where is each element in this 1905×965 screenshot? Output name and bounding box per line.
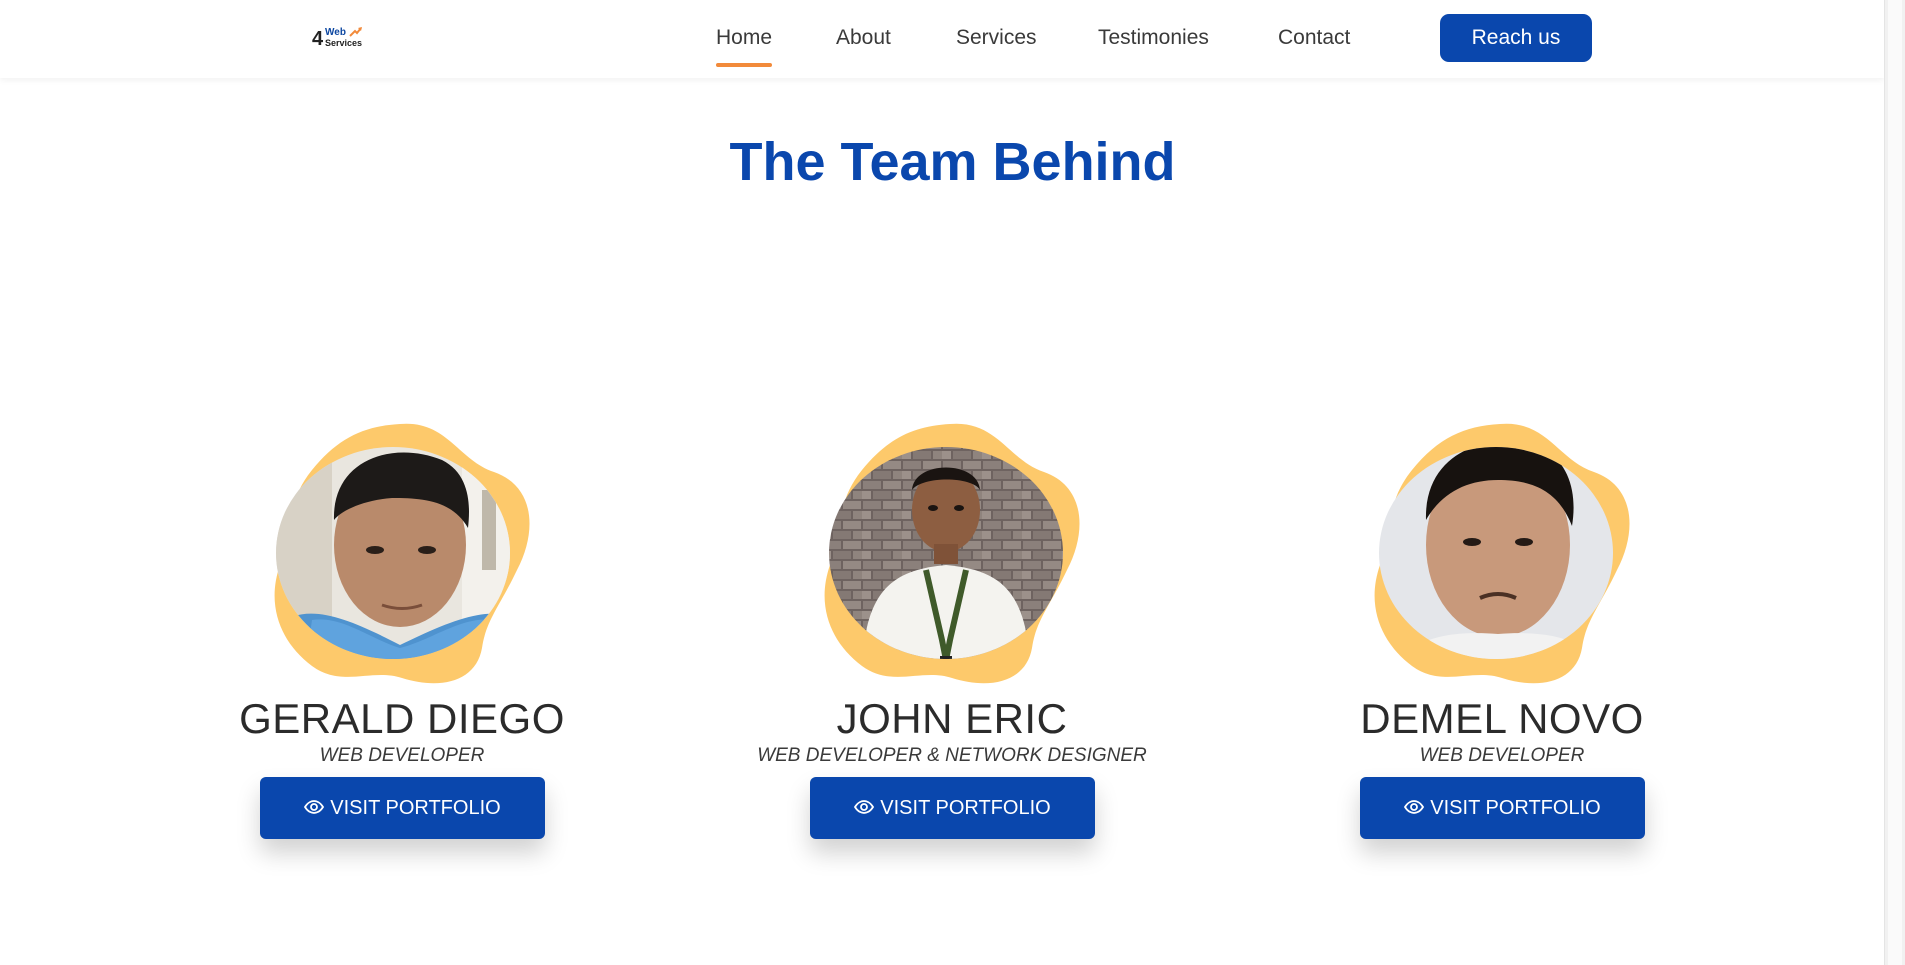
eye-icon [854, 800, 875, 815]
nav-home[interactable]: Home [716, 26, 773, 67]
member-role: WEB DEVELOPER & NETWORK DESIGNER [757, 745, 1147, 766]
avatar-photo [1374, 423, 1630, 684]
avatar [822, 420, 1092, 690]
visit-portfolio-label: VISIT PORTFOLIO [1430, 797, 1601, 819]
visit-portfolio-label: VISIT PORTFOLIO [880, 797, 1051, 819]
eye-icon [1404, 800, 1425, 815]
team-card: DEMEL NOVO WEB DEVELOPER VISIT PORTFOLIO [1302, 420, 1702, 890]
member-role: WEB DEVELOPER [319, 745, 485, 766]
reach-us-button[interactable]: Reach us [1440, 14, 1592, 62]
member-name: JOHN ERIC [836, 695, 1068, 742]
team-card: GERALD DIEGO WEB DEVELOPER VISIT PORTFOL… [202, 420, 602, 890]
team-card: JOHN ERIC WEB DEVELOPER & NETWORK DESIGN… [752, 420, 1152, 890]
page: 4 Web Services Home About Services Testi… [0, 0, 1905, 965]
visit-portfolio-button[interactable]: VISIT PORTFOLIO [1360, 777, 1645, 839]
section-title: The Team Behind [729, 132, 1176, 192]
avatar [1372, 420, 1642, 690]
nav-testimonies[interactable]: Testimonies [1098, 26, 1209, 50]
avatar-photo [824, 423, 1080, 684]
site-header: 4 Web Services Home About Services Testi… [0, 0, 1884, 78]
member-name: DEMEL NOVO [1360, 695, 1644, 742]
nav-services[interactable]: Services [956, 26, 1037, 50]
visit-portfolio-button[interactable]: VISIT PORTFOLIO [810, 777, 1095, 839]
page-scrollbar[interactable] [1884, 0, 1905, 965]
site-logo[interactable]: 4 Web Services [312, 26, 374, 52]
eye-icon [304, 800, 325, 815]
logo-line-services: Services [325, 38, 363, 48]
logo-arrow-icon [349, 27, 362, 37]
avatar-photo [274, 423, 530, 684]
member-name: GERALD DIEGO [239, 695, 565, 742]
visit-portfolio-label: VISIT PORTFOLIO [330, 797, 501, 819]
avatar [272, 420, 542, 690]
logo-line-web: Web [325, 27, 346, 38]
scrollbar-thumb[interactable] [1888, 0, 1902, 965]
nav-about[interactable]: About [836, 26, 891, 50]
member-role: WEB DEVELOPER [1419, 745, 1585, 766]
visit-portfolio-button[interactable]: VISIT PORTFOLIO [260, 777, 545, 839]
logo-number: 4 [312, 28, 324, 50]
nav-contact[interactable]: Contact [1278, 26, 1350, 50]
